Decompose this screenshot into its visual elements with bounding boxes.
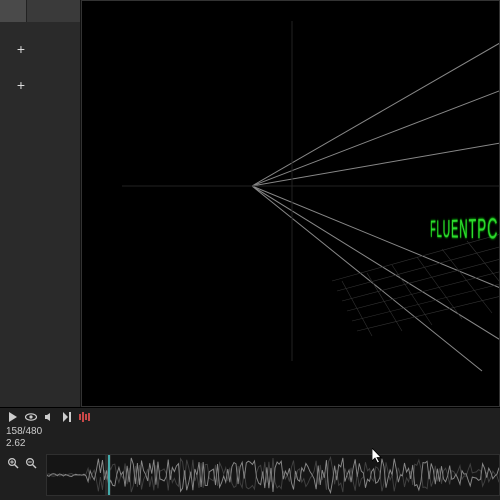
step-forward-icon[interactable] — [60, 410, 74, 424]
3d-text-object[interactable]: FLUENTPC — [430, 213, 499, 248]
waveform-icon — [47, 455, 499, 495]
camera-wireframe — [82, 1, 500, 401]
zoom-in-icon[interactable] — [6, 456, 20, 470]
timeline-counters: 158/480 2.62 — [0, 426, 500, 454]
left-panel: + + — [0, 0, 81, 407]
3d-viewport[interactable]: FLUENTPC — [81, 0, 500, 407]
zoom-out-icon[interactable] — [24, 456, 38, 470]
playback-controls — [0, 408, 500, 426]
timeline-panel: 158/480 2.62 — [0, 407, 500, 500]
waveform-track[interactable] — [46, 454, 500, 496]
eye-icon[interactable] — [24, 410, 38, 424]
add-button-1[interactable]: + — [12, 40, 30, 58]
play-icon[interactable] — [6, 410, 20, 424]
playhead[interactable] — [105, 455, 111, 495]
record-icon[interactable] — [78, 410, 92, 424]
panel-tab[interactable] — [0, 0, 27, 22]
panel-tabstrip — [0, 0, 80, 22]
add-button-2[interactable]: + — [12, 76, 30, 94]
audio-icon[interactable] — [42, 410, 56, 424]
floor-grid — [332, 231, 500, 336]
time-counter: 2.62 — [6, 438, 494, 450]
frame-counter: 158/480 — [6, 426, 494, 438]
zoom-controls — [6, 454, 42, 496]
